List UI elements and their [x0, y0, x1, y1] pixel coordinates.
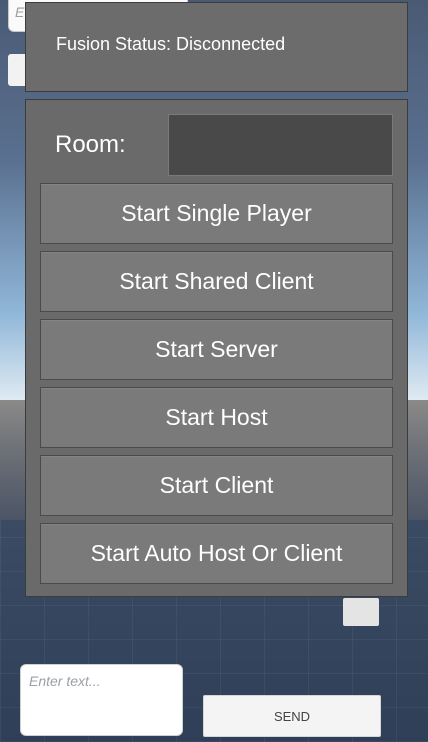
fusion-status-panel: Fusion Status: Disconnected — [25, 2, 408, 92]
start-shared-client-button[interactable]: Start Shared Client — [40, 251, 393, 312]
background-square[interactable] — [343, 598, 379, 626]
room-input[interactable] — [168, 114, 393, 176]
start-auto-host-or-client-button[interactable]: Start Auto Host Or Client — [40, 523, 393, 584]
chat-input-placeholder: Enter text... — [29, 673, 101, 689]
chat-text-input[interactable]: Enter text... — [20, 664, 183, 736]
network-menu-panel: Room: Start Single Player Start Shared C… — [25, 99, 408, 597]
room-label: Room: — [55, 131, 126, 158]
start-host-button[interactable]: Start Host — [40, 387, 393, 448]
send-button[interactable]: SEND — [203, 695, 381, 737]
start-single-player-button[interactable]: Start Single Player — [40, 183, 393, 244]
background-input-placeholder: E — [15, 4, 25, 20]
start-client-button[interactable]: Start Client — [40, 455, 393, 516]
start-server-button[interactable]: Start Server — [40, 319, 393, 380]
fusion-status-text: Fusion Status: Disconnected — [56, 34, 286, 54]
